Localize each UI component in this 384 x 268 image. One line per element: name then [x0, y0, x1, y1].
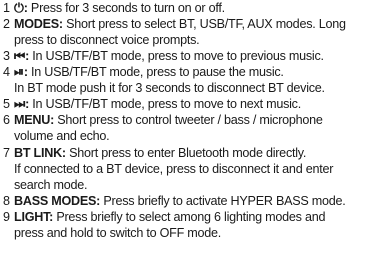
item-text: Short press to enter Bluetooth mode dire… [65, 146, 307, 160]
item-text: In BT mode push it for 3 seconds to disc… [14, 81, 325, 95]
item-text: search mode. [14, 178, 88, 192]
item-text: Short press to select BT, USB/TF, AUX mo… [62, 17, 346, 31]
item-line: MODES: Short press to select BT, USB/TF,… [14, 16, 346, 32]
item-line: ⏻: Press for 3 seconds to turn on or off… [14, 0, 225, 16]
item-number: 3 [3, 49, 10, 63]
item-label: BASS MODES: [14, 194, 101, 208]
item-label: BT LINK: [14, 146, 66, 160]
item-number: 2 [3, 17, 10, 31]
item-label: MODES: [14, 17, 63, 31]
item-line: BASS MODES: Press briefly to activate HY… [14, 193, 346, 209]
item-number: 4 [3, 65, 10, 79]
item-line: MENU: Short press to control tweeter / b… [14, 112, 323, 128]
item-text: press to disconnect voice prompts. [14, 33, 200, 47]
item-number: 9 [3, 210, 10, 224]
item-text: In USB/TF/BT mode, press to move to prev… [29, 49, 324, 63]
item-text: Press for 3 seconds to turn on or off. [27, 1, 225, 15]
next-track-icon: ⏭ [14, 97, 26, 111]
item-text: volume and echo. [14, 129, 110, 143]
item-text: Press briefly to activate HYPER BASS mod… [100, 194, 346, 208]
item-line: ⏮: In USB/TF/BT mode, press to move to p… [14, 48, 324, 64]
item-line: LIGHT: Press briefly to select among 6 l… [14, 209, 326, 225]
item-number: 1 [3, 1, 10, 15]
item-text: In USB/TF/BT mode, press to pause the mu… [27, 65, 284, 79]
item-text: Press briefly to select among 6 lighting… [53, 210, 326, 224]
power-icon: ⏻ [14, 1, 24, 15]
item-line: ⏯: In USB/TF/BT mode, press to pause the… [14, 64, 284, 80]
item-number: 6 [3, 113, 10, 127]
item-text: press and hold to switch to OFF mode. [14, 226, 222, 240]
item-line: ⏭: In USB/TF/BT mode, press to move to n… [14, 96, 301, 112]
play-pause-icon: ⏯ [14, 65, 24, 79]
item-text: Short press to control tweeter / bass / … [54, 113, 323, 127]
item-line: BT LINK: Short press to enter Bluetooth … [14, 145, 306, 161]
item-label: LIGHT: [14, 210, 54, 224]
item-number: 7 [3, 146, 10, 160]
item-label: MENU: [14, 113, 55, 127]
item-text: In USB/TF/BT mode, press to move to next… [29, 97, 301, 111]
item-number: 8 [3, 194, 10, 208]
item-text: If connected to a BT device, press to di… [14, 162, 334, 176]
item-number: 5 [3, 97, 10, 111]
previous-track-icon: ⏮ [14, 49, 26, 63]
